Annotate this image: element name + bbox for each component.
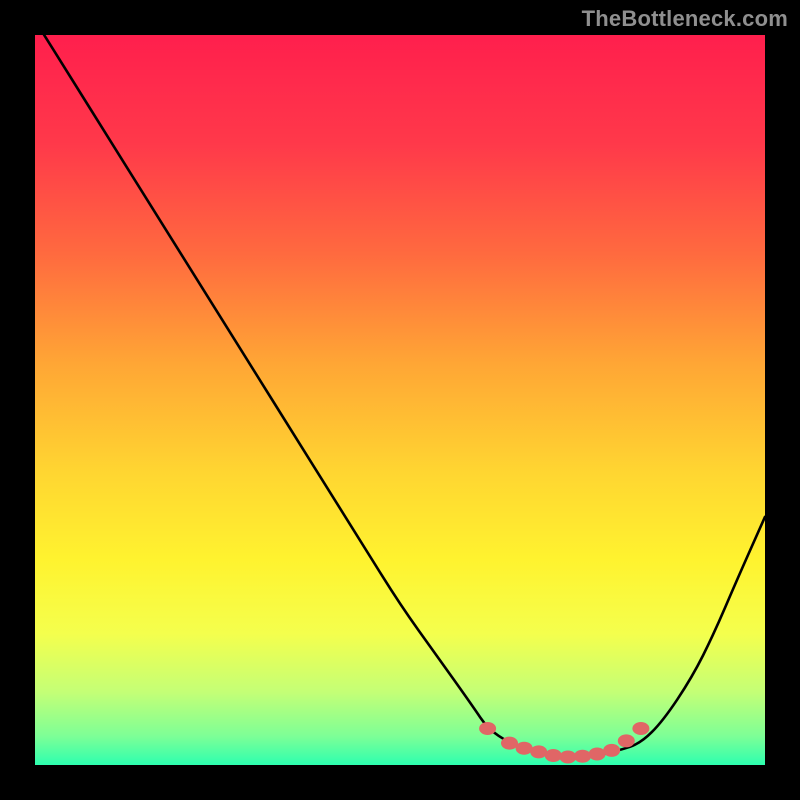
optimal-marker [480,723,496,735]
chart-root: TheBottleneck.com [0,0,800,800]
optimal-marker [531,746,547,758]
optimal-marker [633,723,649,735]
optimal-marker [516,742,532,754]
optimal-marker [604,744,620,756]
optimal-marker [560,751,576,763]
optimal-marker [589,748,605,760]
watermark-text: TheBottleneck.com [582,6,788,32]
optimal-marker [575,750,591,762]
optimal-marker [618,735,634,747]
optimal-marker [502,737,518,749]
plot-background [35,35,765,765]
optimal-marker [545,750,561,762]
bottleneck-chart [0,0,800,800]
